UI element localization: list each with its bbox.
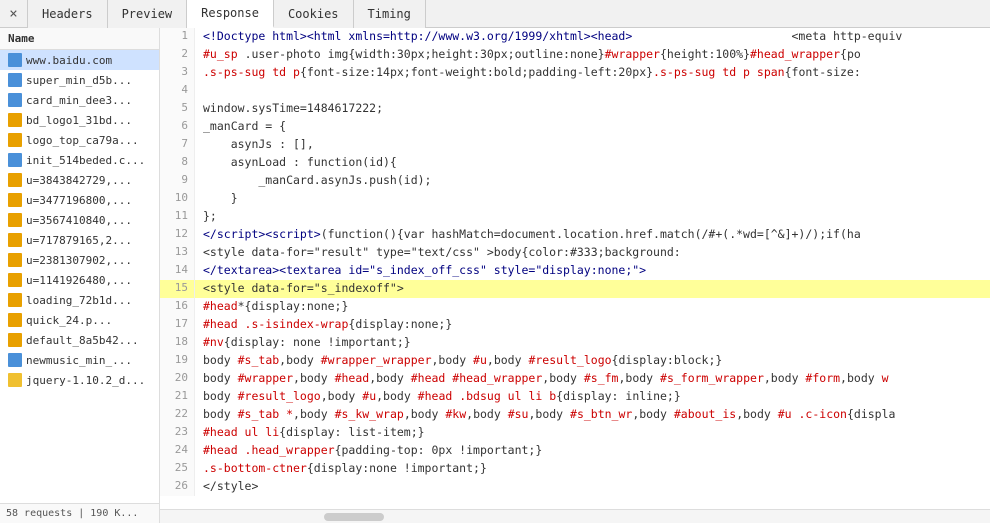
file-item-6[interactable]: u=3843842729,... <box>0 170 159 190</box>
tab-response[interactable]: Response <box>187 0 274 28</box>
code-line-5: 5 window.sysTime=1484617222; <box>160 100 990 118</box>
code-line-3: 3 .s-ps-sug td p{font-size:14px;font-wei… <box>160 64 990 82</box>
file-item-10[interactable]: u=2381307902,... <box>0 250 159 270</box>
code-line-10: 10 } <box>160 190 990 208</box>
file-item-4[interactable]: logo_top_ca79a... <box>0 130 159 150</box>
code-line-18: 18 #nv{display: none !important;} <box>160 334 990 352</box>
code-line-26: 26 </style> <box>160 478 990 496</box>
tab-timing[interactable]: Timing <box>354 0 426 28</box>
file-name-14: default_8a5b42... <box>26 334 139 347</box>
file-icon-6 <box>8 173 22 187</box>
code-content[interactable]: 1 <!Doctype html><html xmlns=http://www.… <box>160 28 990 509</box>
code-line-1: 1 <!Doctype html><html xmlns=http://www.… <box>160 28 990 46</box>
code-line-24: 24 #head .head_wrapper{padding-top: 0px … <box>160 442 990 460</box>
file-item-5[interactable]: init_514beded.c... <box>0 150 159 170</box>
file-icon-4 <box>8 133 22 147</box>
file-name-10: u=2381307902,... <box>26 254 132 267</box>
file-icon-13 <box>8 313 22 327</box>
code-line-2: 2 #u_sp .user-photo img{width:30px;heigh… <box>160 46 990 64</box>
code-line-8: 8 asynLoad : function(id){ <box>160 154 990 172</box>
code-line-4: 4 <box>160 82 990 100</box>
file-list-items[interactable]: www.baidu.com super_min_d5b... card_min_… <box>0 50 159 503</box>
file-name-15: newmusic_min_... <box>26 354 132 367</box>
file-item-16[interactable]: jquery-1.10.2_d... <box>0 370 159 390</box>
code-line-6: 6 _manCard = { <box>160 118 990 136</box>
file-name-0: www.baidu.com <box>26 54 112 67</box>
file-icon-16 <box>8 373 22 387</box>
scrollbar-area[interactable] <box>160 509 990 523</box>
code-line-19: 19 body #s_tab,body #wrapper_wrapper,bod… <box>160 352 990 370</box>
close-tab-button[interactable]: × <box>0 0 28 28</box>
file-icon-0 <box>8 53 22 67</box>
code-line-21: 21 body #result_logo,body #u,body #head … <box>160 388 990 406</box>
file-item-13[interactable]: quick_24.p... <box>0 310 159 330</box>
code-line-14: 14 </textarea><textarea id="s_index_off_… <box>160 262 990 280</box>
file-icon-9 <box>8 233 22 247</box>
file-icon-2 <box>8 93 22 107</box>
file-item-8[interactable]: u=3567410840,... <box>0 210 159 230</box>
file-name-13: quick_24.p... <box>26 314 112 327</box>
code-line-11: 11 }; <box>160 208 990 226</box>
file-icon-10 <box>8 253 22 267</box>
file-item-3[interactable]: bd_logo1_31bd... <box>0 110 159 130</box>
file-name-12: loading_72b1d... <box>26 294 132 307</box>
tab-cookies[interactable]: Cookies <box>274 0 354 28</box>
file-item-14[interactable]: default_8a5b42... <box>0 330 159 350</box>
file-name-2: card_min_dee3... <box>26 94 132 107</box>
code-line-7: 7 asynJs : [], <box>160 136 990 154</box>
code-line-13: 13 <style data-for="result" type="text/c… <box>160 244 990 262</box>
file-list-footer: 58 requests | 190 K... <box>0 503 159 523</box>
code-line-17: 17 #head .s-isindex-wrap{display:none;} <box>160 316 990 334</box>
file-icon-14 <box>8 333 22 347</box>
code-line-23: 23 #head ul li{display: list-item;} <box>160 424 990 442</box>
file-name-7: u=3477196800,... <box>26 194 132 207</box>
code-panel: 1 <!Doctype html><html xmlns=http://www.… <box>160 28 990 523</box>
file-name-1: super_min_d5b... <box>26 74 132 87</box>
code-line-9: 9 _manCard.asynJs.push(id); <box>160 172 990 190</box>
file-icon-1 <box>8 73 22 87</box>
file-icon-7 <box>8 193 22 207</box>
code-line-12: 12 </script><script>(function(){var hash… <box>160 226 990 244</box>
file-list-header: Name <box>0 28 159 50</box>
file-name-4: logo_top_ca79a... <box>26 134 139 147</box>
file-item-9[interactable]: u=717879165,2... <box>0 230 159 250</box>
file-item-1[interactable]: super_min_d5b... <box>0 70 159 90</box>
tab-preview[interactable]: Preview <box>108 0 188 28</box>
file-name-11: u=1141926480,... <box>26 274 132 287</box>
file-icon-3 <box>8 113 22 127</box>
file-name-16: jquery-1.10.2_d... <box>26 374 145 387</box>
file-icon-5 <box>8 153 22 167</box>
file-item-12[interactable]: loading_72b1d... <box>0 290 159 310</box>
code-line-15: 15 <style data-for="s_indexoff"> <box>160 280 990 298</box>
code-line-22: 22 body #s_tab *,body #s_kw_wrap,body #k… <box>160 406 990 424</box>
file-item-0[interactable]: www.baidu.com <box>0 50 159 70</box>
file-icon-8 <box>8 213 22 227</box>
code-line-25: 25 .s-bottom-ctner{display:none !importa… <box>160 460 990 478</box>
file-item-11[interactable]: u=1141926480,... <box>0 270 159 290</box>
file-item-15[interactable]: newmusic_min_... <box>0 350 159 370</box>
file-name-8: u=3567410840,... <box>26 214 132 227</box>
file-item-7[interactable]: u=3477196800,... <box>0 190 159 210</box>
code-line-20: 20 body #wrapper,body #head,body #head #… <box>160 370 990 388</box>
tab-bar: × Headers Preview Response Cookies Timin… <box>0 0 990 28</box>
code-line-16: 16 #head*{display:none;} <box>160 298 990 316</box>
file-name-5: init_514beded.c... <box>26 154 145 167</box>
file-icon-12 <box>8 293 22 307</box>
file-name-6: u=3843842729,... <box>26 174 132 187</box>
horizontal-scrollbar[interactable] <box>324 513 384 521</box>
file-list-panel: Name www.baidu.com super_min_d5b... card… <box>0 28 160 523</box>
main-content: Name www.baidu.com super_min_d5b... card… <box>0 28 990 523</box>
file-icon-15 <box>8 353 22 367</box>
file-icon-11 <box>8 273 22 287</box>
tab-headers[interactable]: Headers <box>28 0 108 28</box>
file-item-2[interactable]: card_min_dee3... <box>0 90 159 110</box>
file-name-3: bd_logo1_31bd... <box>26 114 132 127</box>
file-name-9: u=717879165,2... <box>26 234 132 247</box>
